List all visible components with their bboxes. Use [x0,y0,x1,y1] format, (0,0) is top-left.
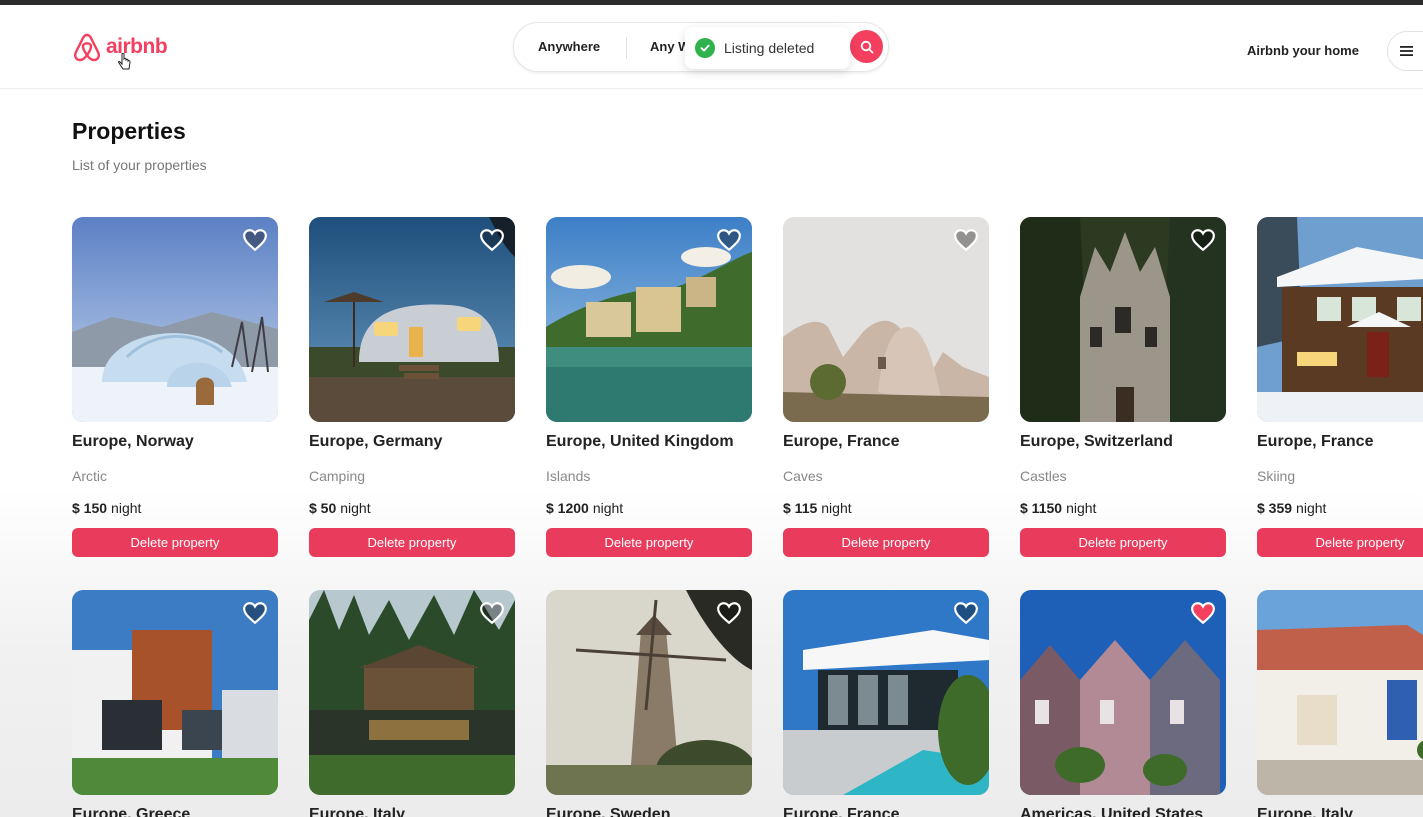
listing-location: Europe, Switzerland [1020,433,1173,450]
listing-image[interactable] [309,217,515,422]
listing-location: Europe, Germany [309,433,443,450]
main-content: Properties List of your properties Europ… [0,89,1423,817]
listing-image[interactable] [546,217,752,422]
listing-price: $ 150 night [72,500,141,516]
listing-card[interactable]: Europe, Norway Arctic $ 150 night Delete … [72,217,278,557]
listing-image[interactable] [546,590,752,795]
favorite-heart-icon[interactable] [1190,601,1216,625]
toast-message: Listing deleted [724,40,815,56]
listing-image[interactable] [309,590,515,795]
favorite-heart-icon[interactable] [1190,228,1216,252]
price-amount: $ 50 [309,500,337,516]
delete-property-button[interactable]: Delete property [783,528,989,557]
listing-category: Arctic [72,468,107,484]
listing-category: Caves [783,468,823,484]
airbnb-logo-icon [74,33,100,62]
price-unit: night [111,500,142,516]
favorite-heart-icon[interactable] [716,601,742,625]
favorite-heart-icon[interactable] [953,228,979,252]
price-amount: $ 115 [783,500,818,516]
price-unit: night [1066,500,1097,516]
listing-card[interactable]: Europe, France Skiing $ 359 night Delete … [1257,217,1423,557]
listing-card[interactable]: Europe, Italy [1257,590,1423,817]
listing-card[interactable]: Europe, Italy [309,590,515,817]
favorite-heart-icon[interactable] [242,601,268,625]
listing-image[interactable] [72,590,278,795]
listing-location: Europe, Italy [1257,806,1354,817]
white-cottage-photo [1257,590,1423,795]
success-check-icon [695,38,715,58]
navbar: airbnb Anywhere Any W Listing deleted Ai… [0,5,1423,89]
price-amount: $ 150 [72,500,108,516]
user-menu-button[interactable] [1387,31,1423,71]
airbnb-your-home-link[interactable]: Airbnb your home [1247,43,1359,58]
delete-property-button[interactable]: Delete property [1257,528,1423,557]
listing-category: Castles [1020,468,1067,484]
favorite-heart-icon[interactable] [953,601,979,625]
price-amount: $ 359 [1257,500,1293,516]
listing-location: Europe, Greece [72,806,191,817]
listing-location: Americas, United States [1020,806,1204,817]
price-unit: night [821,500,852,516]
page-subtitle: List of your properties [72,157,207,173]
listing-location: Europe, United Kingdom [546,433,734,450]
hamburger-menu-icon [1400,46,1413,56]
price-amount: $ 1200 [546,500,589,516]
favorite-heart-icon[interactable] [242,228,268,252]
favorite-heart-icon[interactable] [479,228,505,252]
page-title: Properties [72,118,186,144]
search-icon [860,40,873,53]
listing-price: $ 359 night [1257,500,1326,516]
listing-card[interactable]: Europe, Greece [72,590,278,817]
mouse-cursor-icon [118,53,131,70]
listing-card[interactable]: Europe, France Caves $ 115 night Delete p… [783,217,989,557]
listing-category: Camping [309,468,366,484]
listing-price: $ 1150 night [1020,500,1096,516]
listing-image[interactable] [1020,590,1226,795]
listing-card[interactable]: Europe, Sweden [546,590,752,817]
listing-category: Islands [546,468,591,484]
listing-image[interactable] [1257,217,1423,422]
listing-image[interactable] [1257,590,1423,795]
delete-property-button[interactable]: Delete property [72,528,278,557]
listing-image[interactable] [783,217,989,422]
listing-location: Europe, France [783,806,900,817]
favorite-heart-icon[interactable] [479,601,505,625]
listing-price: $ 1200 night [546,500,623,516]
price-unit: night [592,500,624,516]
delete-property-button[interactable]: Delete property [546,528,752,557]
listing-location: Europe, Sweden [546,806,671,817]
listing-price: $ 115 night [783,500,852,516]
listing-price: $ 50 night [309,500,371,516]
listing-card[interactable]: Americas, United States [1020,590,1226,817]
listing-location: Europe, France [783,433,900,450]
listing-location: Europe, France [1257,433,1374,450]
price-unit: night [340,500,371,516]
snowy-chalet-photo [1257,217,1423,422]
listing-location: Europe, Italy [309,806,406,817]
listing-image[interactable] [1020,217,1226,422]
price-amount: $ 1150 [1020,500,1063,516]
listing-card[interactable]: Europe, United Kingdom Islands $ 1200 nig… [546,217,752,557]
price-unit: night [1296,500,1327,516]
search-divider [626,37,627,59]
delete-property-button[interactable]: Delete property [309,528,515,557]
listing-card[interactable]: Europe, Germany Camping $ 50 night Delete… [309,217,515,557]
search-location[interactable]: Anywhere [538,39,600,54]
favorite-heart-icon[interactable] [716,228,742,252]
listing-card[interactable]: Europe, France [783,590,989,817]
toast-notification: Listing deleted [685,27,850,69]
delete-property-button[interactable]: Delete property [1020,528,1226,557]
search-button[interactable] [850,30,883,63]
listing-image[interactable] [72,217,278,422]
listing-location: Europe, Norway [72,433,194,450]
logo-text: airbnb [106,35,168,58]
listing-category: Skiing [1257,468,1296,484]
listing-image[interactable] [783,590,989,795]
listing-card[interactable]: Europe, Switzerland Castles $ 1150 night … [1020,217,1226,557]
